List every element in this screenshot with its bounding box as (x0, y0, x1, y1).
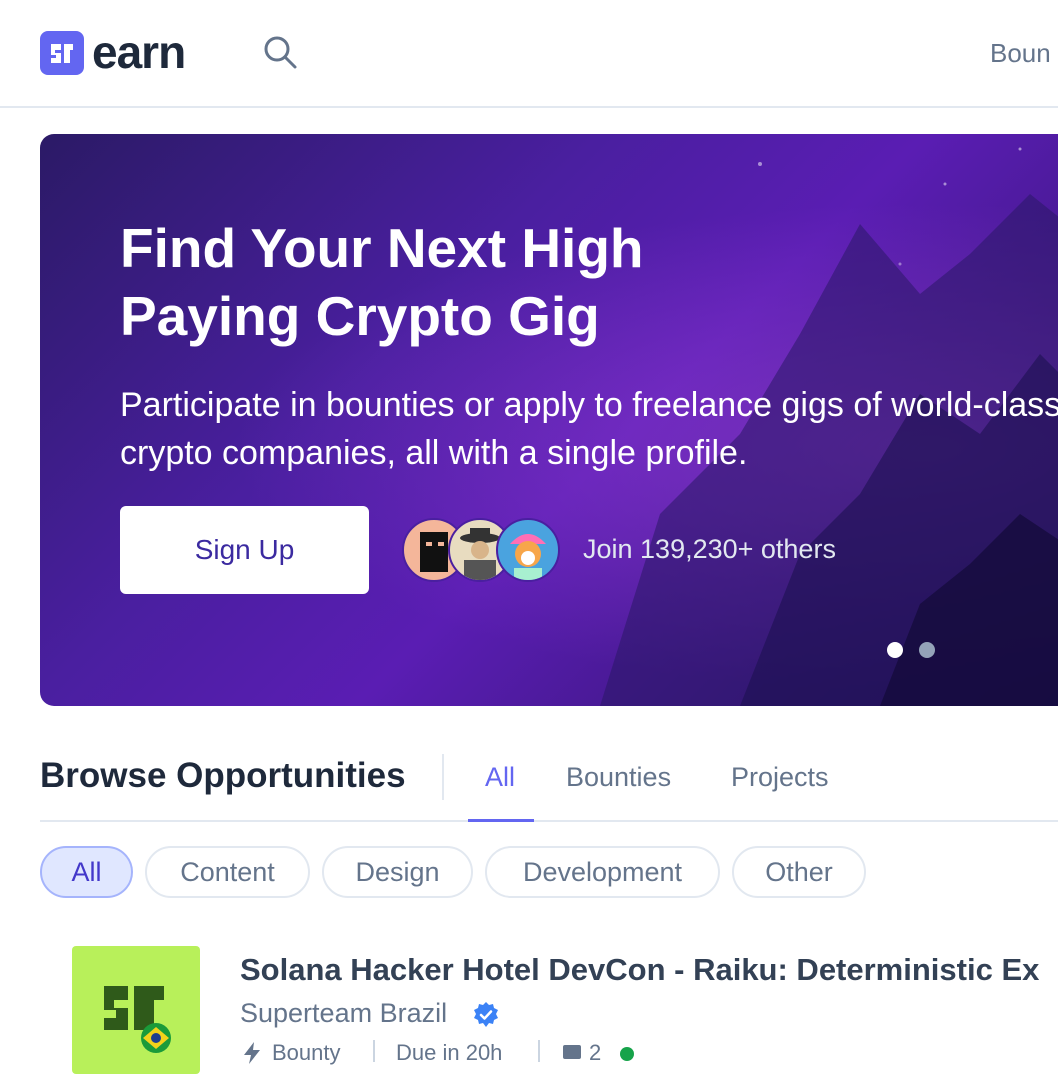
divider (373, 1040, 375, 1062)
filter-chip-all[interactable]: All (40, 846, 133, 898)
listing-sponsor[interactable]: Superteam Brazil (240, 998, 447, 1029)
comment-count: 2 (589, 1040, 602, 1065)
lightning-icon (244, 1042, 260, 1064)
listing-title[interactable]: Solana Hacker Hotel DevCon - Raiku: Dete… (240, 952, 1039, 988)
filter-chip-content[interactable]: Content (145, 846, 310, 898)
hero-banner: Find Your Next High Paying Crypto Gig Pa… (40, 134, 1058, 706)
hero-title: Find Your Next High Paying Crypto Gig (120, 217, 644, 347)
top-navbar: earn Boun (0, 0, 1058, 108)
divider (442, 754, 444, 800)
search-icon[interactable] (262, 34, 298, 70)
active-tab-indicator (468, 819, 534, 822)
tabs-border (40, 820, 1058, 822)
listing-type: Bounty (272, 1040, 341, 1065)
earn-logo-icon[interactable] (40, 31, 84, 75)
verified-badge-icon (472, 1001, 500, 1029)
user-avatars (402, 518, 562, 582)
join-count-text: Join 139,230+ others (583, 534, 836, 564)
carousel-dot-active[interactable] (887, 642, 903, 658)
filter-chip-other[interactable]: Other (732, 846, 866, 898)
nav-link-bounties[interactable]: Boun (990, 38, 1051, 69)
tab-projects[interactable]: Projects (731, 762, 829, 793)
logo-wordmark[interactable]: earn (92, 24, 186, 80)
filter-chip-development[interactable]: Development (485, 846, 720, 898)
sponsor-logo[interactable] (72, 946, 200, 1074)
divider (538, 1040, 540, 1062)
sign-up-button[interactable]: Sign Up (120, 506, 369, 594)
comment-icon (563, 1045, 581, 1059)
section-title: Browse Opportunities (40, 756, 406, 795)
status-dot (620, 1047, 634, 1061)
listing-due: Due in 20h (396, 1040, 503, 1065)
tab-bounties[interactable]: Bounties (566, 762, 671, 793)
carousel-dot[interactable] (919, 642, 935, 658)
avatar (496, 518, 560, 582)
filter-chip-design[interactable]: Design (322, 846, 473, 898)
hero-subtitle: Participate in bounties or apply to free… (120, 386, 1058, 472)
tab-all[interactable]: All (485, 762, 515, 793)
